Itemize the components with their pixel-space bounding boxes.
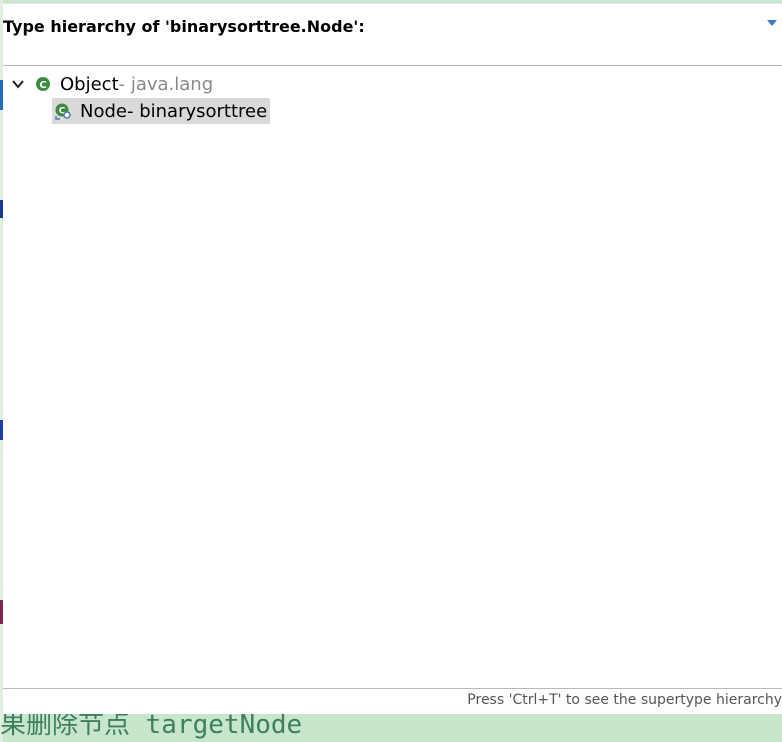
popup-footer: Press 'Ctrl+T' to see the supertype hier…: [3, 688, 782, 714]
class-icon: C: [35, 76, 51, 92]
tree-item-node[interactable]: C Node - binarysorttree: [52, 98, 271, 124]
svg-text:C: C: [39, 80, 46, 91]
popup-title: Type hierarchy of 'binarysorttree.Node':: [3, 17, 365, 36]
tree-item-package: - binarysorttree: [126, 100, 268, 122]
tree-item-name: Object: [60, 73, 119, 95]
tree-item-object[interactable]: C Object - java.lang: [9, 71, 213, 97]
type-hierarchy-popup: Type hierarchy of 'binarysorttree.Node':…: [3, 3, 782, 714]
tree-item-name: Node: [80, 100, 127, 122]
view-menu-chevron-down-icon[interactable]: [767, 20, 777, 26]
tree-item-package: - java.lang: [118, 73, 214, 95]
popup-header: Type hierarchy of 'binarysorttree.Node':: [3, 4, 782, 66]
expand-chevron-down-icon[interactable]: [9, 75, 27, 93]
class-focus-icon: C: [54, 102, 72, 120]
status-hint: Press 'Ctrl+T' to see the supertype hier…: [467, 692, 782, 708]
